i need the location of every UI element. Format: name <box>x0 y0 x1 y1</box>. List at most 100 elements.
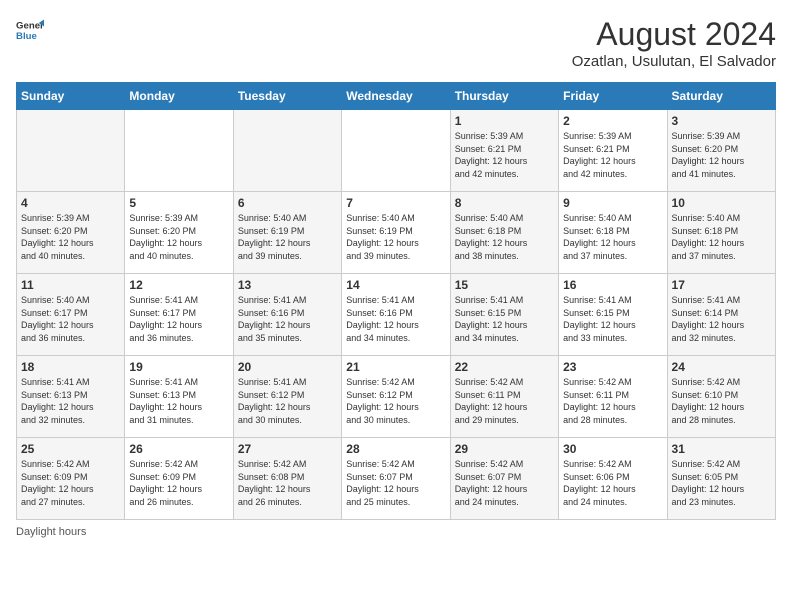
calendar-cell: 18 Sunrise: 5:41 AM Sunset: 6:13 PM Dayli… <box>17 356 125 438</box>
calendar-week-1: 1 Sunrise: 5:39 AM Sunset: 6:21 PM Daylig… <box>17 110 776 192</box>
day-number: 9 <box>563 196 662 210</box>
daylight-label: Daylight hours <box>16 526 86 538</box>
column-header-friday: Friday <box>559 83 667 110</box>
day-info: Sunrise: 5:42 AM Sunset: 6:07 PM Dayligh… <box>346 458 445 508</box>
calendar-cell <box>125 110 233 192</box>
calendar-cell: 10Sunrise: 5:40 AM Sunset: 6:18 PM Dayli… <box>667 192 775 274</box>
calendar-cell: 22Sunrise: 5:42 AM Sunset: 6:11 PM Dayli… <box>450 356 558 438</box>
calendar-cell: 31 Sunrise: 5:42 AM Sunset: 6:05 PM Dayli… <box>667 438 775 520</box>
day-info: Sunrise: 5:42 AM Sunset: 6:10 PM Dayligh… <box>672 376 771 426</box>
day-number: 22 <box>455 360 554 374</box>
calendar-cell: 20Sunrise: 5:41 AM Sunset: 6:12 PM Dayli… <box>233 356 341 438</box>
day-info: Sunrise: 5:41 AM Sunset: 6:15 PM Dayligh… <box>563 294 662 344</box>
day-number: 18 <box>21 360 120 374</box>
day-info: Sunrise: 5:41 AM Sunset: 6:15 PM Dayligh… <box>455 294 554 344</box>
calendar-week-5: 25 Sunrise: 5:42 AM Sunset: 6:09 PM Dayli… <box>17 438 776 520</box>
calendar-table: SundayMondayTuesdayWednesdayThursdayFrid… <box>16 82 776 520</box>
day-number: 4 <box>21 196 120 210</box>
calendar-cell: 29 Sunrise: 5:42 AM Sunset: 6:07 PM Dayli… <box>450 438 558 520</box>
day-number: 19 <box>129 360 228 374</box>
day-number: 31 <box>672 442 771 456</box>
day-info: Sunrise: 5:40 AM Sunset: 6:18 PM Dayligh… <box>672 212 771 262</box>
logo: General Blue <box>16 16 44 44</box>
day-number: 26 <box>129 442 228 456</box>
day-info: Sunrise: 5:42 AM Sunset: 6:06 PM Dayligh… <box>563 458 662 508</box>
day-info: Sunrise: 5:41 AM Sunset: 6:12 PM Dayligh… <box>238 376 337 426</box>
day-info: Sunrise: 5:41 AM Sunset: 6:16 PM Dayligh… <box>346 294 445 344</box>
calendar-cell <box>233 110 341 192</box>
day-number: 17 <box>672 278 771 292</box>
calendar-cell: 11Sunrise: 5:40 AM Sunset: 6:17 PM Dayli… <box>17 274 125 356</box>
day-number: 28 <box>346 442 445 456</box>
day-number: 12 <box>129 278 228 292</box>
calendar-cell: 12 Sunrise: 5:41 AM Sunset: 6:17 PM Dayli… <box>125 274 233 356</box>
calendar-cell: 26 Sunrise: 5:42 AM Sunset: 6:09 PM Dayli… <box>125 438 233 520</box>
day-number: 29 <box>455 442 554 456</box>
day-number: 2 <box>563 114 662 128</box>
day-info: Sunrise: 5:41 AM Sunset: 6:17 PM Dayligh… <box>129 294 228 344</box>
column-header-thursday: Thursday <box>450 83 558 110</box>
calendar-cell: 23 Sunrise: 5:42 AM Sunset: 6:11 PM Dayli… <box>559 356 667 438</box>
calendar-cell: 13 Sunrise: 5:41 AM Sunset: 6:16 PM Dayli… <box>233 274 341 356</box>
calendar-cell: 4Sunrise: 5:39 AM Sunset: 6:20 PM Daylig… <box>17 192 125 274</box>
day-info: Sunrise: 5:42 AM Sunset: 6:07 PM Dayligh… <box>455 458 554 508</box>
calendar-cell: 14Sunrise: 5:41 AM Sunset: 6:16 PM Dayli… <box>342 274 450 356</box>
column-header-wednesday: Wednesday <box>342 83 450 110</box>
calendar-week-3: 11Sunrise: 5:40 AM Sunset: 6:17 PM Dayli… <box>17 274 776 356</box>
calendar-cell: 15 Sunrise: 5:41 AM Sunset: 6:15 PM Dayli… <box>450 274 558 356</box>
day-number: 23 <box>563 360 662 374</box>
day-number: 5 <box>129 196 228 210</box>
day-info: Sunrise: 5:39 AM Sunset: 6:21 PM Dayligh… <box>455 130 554 180</box>
calendar-cell: 28 Sunrise: 5:42 AM Sunset: 6:07 PM Dayli… <box>342 438 450 520</box>
day-number: 21 <box>346 360 445 374</box>
footer: Daylight hours <box>16 526 776 538</box>
column-header-sunday: Sunday <box>17 83 125 110</box>
day-number: 25 <box>21 442 120 456</box>
calendar-cell: 9Sunrise: 5:40 AM Sunset: 6:18 PM Daylig… <box>559 192 667 274</box>
day-info: Sunrise: 5:42 AM Sunset: 6:08 PM Dayligh… <box>238 458 337 508</box>
day-number: 27 <box>238 442 337 456</box>
page-header: General Blue August 2024 Ozatlan, Usulut… <box>16 16 776 70</box>
day-info: Sunrise: 5:42 AM Sunset: 6:05 PM Dayligh… <box>672 458 771 508</box>
day-info: Sunrise: 5:42 AM Sunset: 6:11 PM Dayligh… <box>563 376 662 426</box>
day-number: 7 <box>346 196 445 210</box>
day-info: Sunrise: 5:39 AM Sunset: 6:21 PM Dayligh… <box>563 130 662 180</box>
day-number: 11 <box>21 278 120 292</box>
day-number: 30 <box>563 442 662 456</box>
column-header-monday: Monday <box>125 83 233 110</box>
sub-title: Ozatlan, Usulutan, El Salvador <box>572 53 776 70</box>
calendar-cell: 6 Sunrise: 5:40 AM Sunset: 6:19 PM Daylig… <box>233 192 341 274</box>
calendar-cell: 19Sunrise: 5:41 AM Sunset: 6:13 PM Dayli… <box>125 356 233 438</box>
day-info: Sunrise: 5:40 AM Sunset: 6:19 PM Dayligh… <box>238 212 337 262</box>
day-number: 13 <box>238 278 337 292</box>
calendar-cell: 8Sunrise: 5:40 AM Sunset: 6:18 PM Daylig… <box>450 192 558 274</box>
calendar-cell: 27 Sunrise: 5:42 AM Sunset: 6:08 PM Dayli… <box>233 438 341 520</box>
calendar-cell: 21 Sunrise: 5:42 AM Sunset: 6:12 PM Dayli… <box>342 356 450 438</box>
calendar-cell: 7 Sunrise: 5:40 AM Sunset: 6:19 PM Daylig… <box>342 192 450 274</box>
title-area: August 2024 Ozatlan, Usulutan, El Salvad… <box>572 16 776 70</box>
day-info: Sunrise: 5:42 AM Sunset: 6:12 PM Dayligh… <box>346 376 445 426</box>
calendar-header-row: SundayMondayTuesdayWednesdayThursdayFrid… <box>17 83 776 110</box>
day-number: 6 <box>238 196 337 210</box>
day-number: 15 <box>455 278 554 292</box>
calendar-cell <box>17 110 125 192</box>
svg-text:General: General <box>16 20 44 31</box>
day-number: 1 <box>455 114 554 128</box>
day-info: Sunrise: 5:42 AM Sunset: 6:09 PM Dayligh… <box>21 458 120 508</box>
day-number: 16 <box>563 278 662 292</box>
day-info: Sunrise: 5:39 AM Sunset: 6:20 PM Dayligh… <box>129 212 228 262</box>
calendar-cell: 17Sunrise: 5:41 AM Sunset: 6:14 PM Dayli… <box>667 274 775 356</box>
calendar-cell: 25 Sunrise: 5:42 AM Sunset: 6:09 PM Dayli… <box>17 438 125 520</box>
calendar-cell <box>342 110 450 192</box>
calendar-week-2: 4 Sunrise: 5:39 AM Sunset: 6:20 PM Daylig… <box>17 192 776 274</box>
calendar-cell: 30 Sunrise: 5:42 AM Sunset: 6:06 PM Dayli… <box>559 438 667 520</box>
calendar-cell: 2 Sunrise: 5:39 AM Sunset: 6:21 PM Daylig… <box>559 110 667 192</box>
day-info: Sunrise: 5:40 AM Sunset: 6:19 PM Dayligh… <box>346 212 445 262</box>
day-number: 8 <box>455 196 554 210</box>
calendar-cell: 1 Sunrise: 5:39 AM Sunset: 6:21 PM Daylig… <box>450 110 558 192</box>
day-info: Sunrise: 5:41 AM Sunset: 6:13 PM Dayligh… <box>21 376 120 426</box>
day-info: Sunrise: 5:42 AM Sunset: 6:09 PM Dayligh… <box>129 458 228 508</box>
day-info: Sunrise: 5:39 AM Sunset: 6:20 PM Dayligh… <box>672 130 771 180</box>
day-info: Sunrise: 5:41 AM Sunset: 6:16 PM Dayligh… <box>238 294 337 344</box>
logo-icon: General Blue <box>16 16 44 44</box>
